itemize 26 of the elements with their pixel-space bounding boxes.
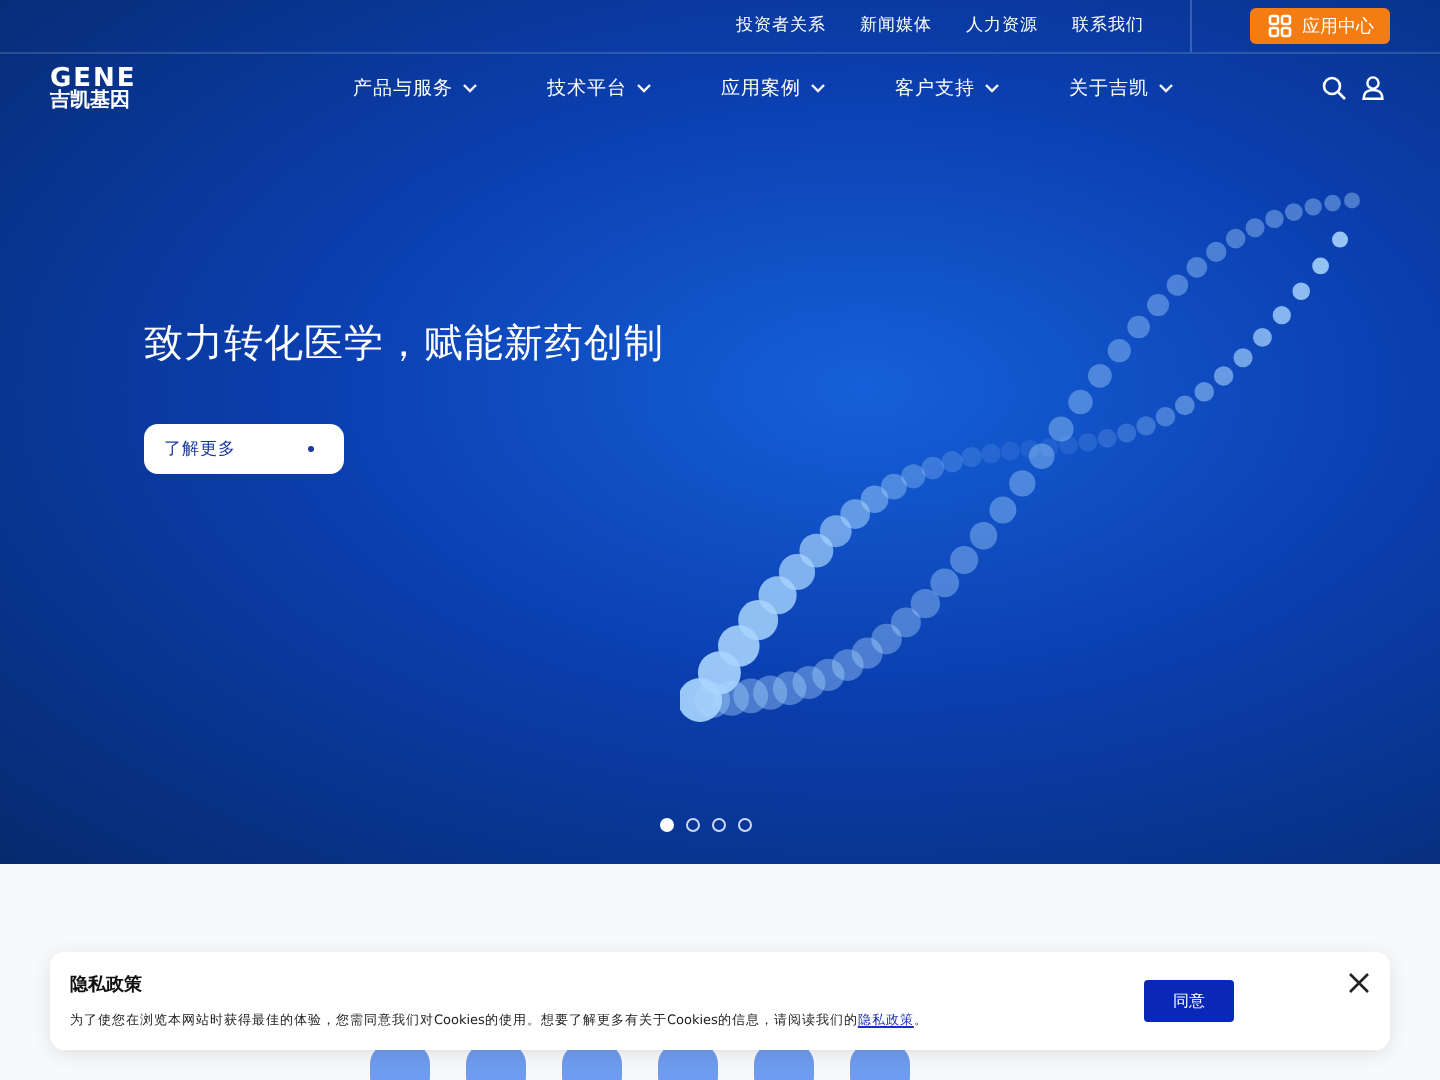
nav-menu-item[interactable]: 产品与服务 bbox=[352, 75, 479, 101]
carousel-dot[interactable] bbox=[712, 818, 726, 832]
chevron-down-icon bbox=[462, 82, 479, 94]
cookie-title: 隐私政策 bbox=[70, 973, 144, 998]
close-icon[interactable] bbox=[1348, 972, 1370, 994]
chevron-down-icon bbox=[984, 82, 1001, 94]
hero-headline: 致力转化医学，赋能新药创制 bbox=[144, 318, 664, 370]
search-icon[interactable] bbox=[1322, 76, 1346, 100]
user-icon[interactable] bbox=[1362, 76, 1384, 100]
chevron-down-icon bbox=[810, 82, 827, 94]
nav-menu-item[interactable]: 关于吉凯 bbox=[1068, 75, 1175, 101]
logo[interactable]: GENE 吉凯基因 bbox=[50, 65, 137, 111]
learn-more-button[interactable]: 了解更多 bbox=[144, 424, 344, 474]
grid-icon bbox=[1268, 14, 1292, 38]
top-link[interactable]: 投资者关系 bbox=[736, 14, 826, 38]
nav-menu-item[interactable]: 客户支持 bbox=[894, 75, 1001, 101]
carousel-dot[interactable] bbox=[738, 818, 752, 832]
chevron-down-icon bbox=[636, 82, 653, 94]
top-link[interactable]: 人力资源 bbox=[966, 14, 1038, 38]
carousel-dot[interactable] bbox=[686, 818, 700, 832]
nav-menu-item[interactable]: 技术平台 bbox=[546, 75, 653, 101]
chevron-down-icon bbox=[1158, 82, 1175, 94]
top-link[interactable]: 联系我们 bbox=[1072, 14, 1144, 38]
nav-menu-item[interactable]: 应用案例 bbox=[720, 75, 827, 101]
agree-button[interactable]: 同意 bbox=[1144, 980, 1234, 1022]
top-link[interactable]: 新闻媒体 bbox=[860, 14, 932, 38]
